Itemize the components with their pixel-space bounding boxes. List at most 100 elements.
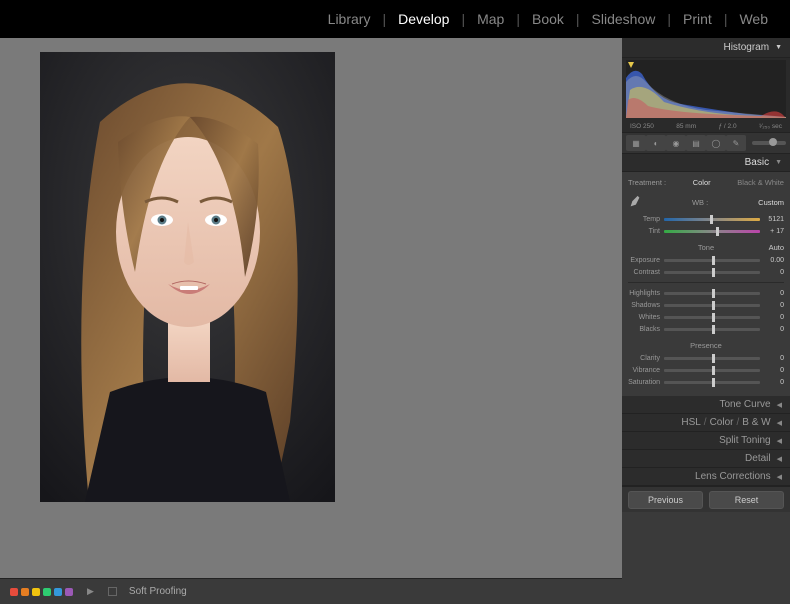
treatment-color[interactable]: Color (693, 178, 711, 187)
presence-group-label: Presence (628, 335, 784, 352)
blacks-slider[interactable] (664, 328, 760, 331)
tab-map[interactable]: Map (475, 7, 506, 31)
contrast-slider[interactable] (664, 271, 760, 274)
basic-header[interactable]: Basic ▼ (622, 154, 790, 172)
temp-slider[interactable] (664, 218, 760, 221)
color-label-dots[interactable] (10, 588, 73, 596)
reset-button[interactable]: Reset (709, 491, 784, 509)
treatment-bw[interactable]: Black & White (737, 178, 784, 187)
soft-proofing-checkbox[interactable] (108, 587, 117, 596)
temp-value[interactable]: 5121 (760, 216, 784, 223)
play-icon[interactable]: ▶ (81, 586, 100, 597)
tab-library[interactable]: Library (326, 7, 373, 31)
highlights-label: Highlights (628, 290, 664, 297)
label-blue[interactable] (54, 588, 62, 596)
contrast-label: Contrast (628, 269, 664, 276)
nav-separator: | (376, 11, 392, 27)
exposure-slider[interactable] (664, 259, 760, 262)
label-yellow[interactable] (32, 588, 40, 596)
expand-icon: ◀ (777, 437, 782, 445)
nav-separator: | (510, 11, 526, 27)
tab-web[interactable]: Web (737, 7, 770, 31)
tint-label: Tint (628, 228, 664, 235)
collapse-icon: ▼ (775, 159, 782, 166)
tab-book[interactable]: Book (530, 7, 566, 31)
histogram-header[interactable]: Histogram ▼ (622, 38, 790, 58)
tab-print[interactable]: Print (681, 7, 714, 31)
shadows-slider[interactable] (664, 304, 760, 307)
whites-label: Whites (628, 314, 664, 321)
basic-title: Basic (745, 157, 769, 168)
eyedropper-icon[interactable] (628, 195, 642, 209)
blacks-label: Blacks (628, 326, 664, 333)
auto-button[interactable]: Auto (769, 243, 784, 252)
gradient-tool-icon[interactable]: ▤ (686, 135, 706, 151)
expand-icon: ◀ (777, 401, 782, 409)
vibrance-value[interactable]: 0 (760, 367, 784, 374)
histogram[interactable]: ISO 250 85 mm ƒ / 2.0 ¹⁄₂₅₀ sec (622, 58, 790, 132)
contrast-value[interactable]: 0 (760, 269, 784, 276)
label-red[interactable] (10, 588, 18, 596)
meta-iso: ISO 250 (630, 123, 654, 130)
tint-slider[interactable] (664, 230, 760, 233)
preview-image[interactable] (40, 52, 335, 502)
nav-separator: | (661, 11, 677, 27)
expand-icon: ◀ (777, 419, 782, 427)
saturation-label: Saturation (628, 379, 664, 386)
vibrance-label: Vibrance (628, 367, 664, 374)
tone-curve-header[interactable]: Tone Curve ◀ (622, 396, 790, 414)
shadows-value[interactable]: 0 (760, 302, 784, 309)
spot-tool-icon[interactable]: ◐ (646, 135, 666, 151)
tool-strip: ▦ ◐ ◉ ▤ ◯ ✎ (622, 132, 790, 154)
whites-slider[interactable] (664, 316, 760, 319)
meta-shutter: ¹⁄₂₅₀ sec (759, 123, 782, 130)
lens-title: Lens Corrections (695, 471, 771, 482)
split-toning-title: Split Toning (719, 435, 771, 446)
canvas-area: ▶ Soft Proofing (0, 38, 622, 604)
saturation-value[interactable]: 0 (760, 379, 784, 386)
collapse-icon: ▼ (775, 44, 782, 51)
crop-tool-icon[interactable]: ▦ (626, 135, 646, 151)
tab-slideshow[interactable]: Slideshow (590, 7, 658, 31)
label-orange[interactable] (21, 588, 29, 596)
radial-tool-icon[interactable]: ◯ (706, 135, 726, 151)
hsl-header[interactable]: HSL / Color / B & W ◀ (622, 414, 790, 432)
blacks-value[interactable]: 0 (760, 326, 784, 333)
mask-slider[interactable] (752, 141, 786, 145)
hsl-title: HSL (681, 417, 700, 428)
histogram-title: Histogram (723, 42, 769, 53)
expand-icon: ◀ (777, 473, 782, 481)
clarity-value[interactable]: 0 (760, 355, 784, 362)
highlights-slider[interactable] (664, 292, 760, 295)
meta-focal: 85 mm (676, 123, 696, 130)
nav-separator: | (455, 11, 471, 27)
vibrance-slider[interactable] (664, 369, 760, 372)
saturation-slider[interactable] (664, 381, 760, 384)
detail-header[interactable]: Detail ◀ (622, 450, 790, 468)
right-panel: Histogram ▼ ISO 250 85 mm ƒ / 2.0 ¹⁄₂₅₀ … (622, 38, 790, 604)
wb-dropdown[interactable]: Custom (758, 198, 784, 207)
detail-title: Detail (745, 453, 771, 464)
label-green[interactable] (43, 588, 51, 596)
split-toning-header[interactable]: Split Toning ◀ (622, 432, 790, 450)
basic-panel: Treatment : Color Black & White WB : Cus… (622, 172, 790, 396)
treatment-label: Treatment : (628, 178, 666, 187)
hsl-bw: B & W (742, 417, 770, 428)
expand-icon: ◀ (777, 455, 782, 463)
label-purple[interactable] (65, 588, 73, 596)
exposure-value[interactable]: 0.00 (760, 257, 784, 264)
tab-develop[interactable]: Develop (396, 7, 451, 31)
lens-header[interactable]: Lens Corrections ◀ (622, 468, 790, 486)
previous-button[interactable]: Previous (628, 491, 703, 509)
highlights-value[interactable]: 0 (760, 290, 784, 297)
whites-value[interactable]: 0 (760, 314, 784, 321)
clarity-slider[interactable] (664, 357, 760, 360)
tone-group-label: Tone Auto (628, 237, 784, 254)
nav-separator: | (570, 11, 586, 27)
histogram-meta: ISO 250 85 mm ƒ / 2.0 ¹⁄₂₅₀ sec (626, 121, 786, 130)
module-picker: Library | Develop | Map | Book | Slidesh… (0, 0, 790, 38)
exposure-label: Exposure (628, 257, 664, 264)
redeye-tool-icon[interactable]: ◉ (666, 135, 686, 151)
brush-tool-icon[interactable]: ✎ (726, 135, 746, 151)
tint-value[interactable]: + 17 (760, 228, 784, 235)
